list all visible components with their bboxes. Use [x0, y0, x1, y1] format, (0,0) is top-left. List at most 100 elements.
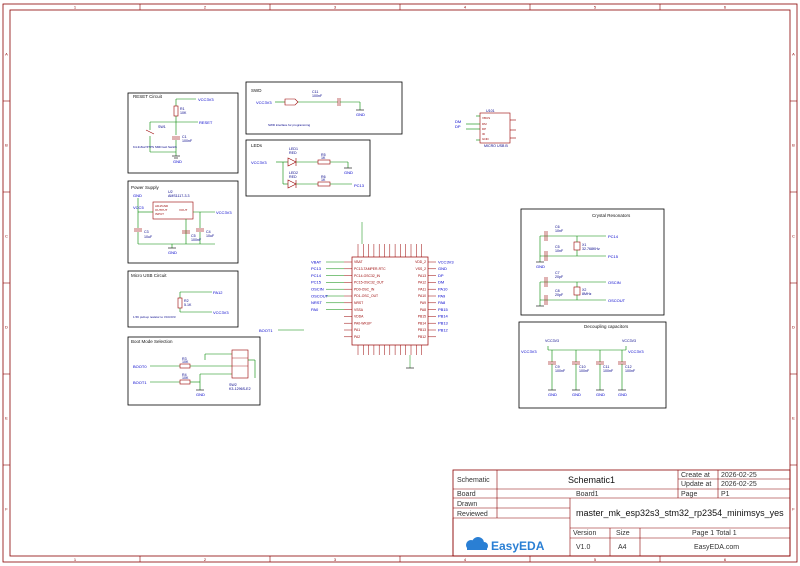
svg-text:DP: DP [482, 127, 486, 131]
frame-row-labels: A A B B C C D D E E F F [5, 52, 795, 512]
svg-text:10nF: 10nF [555, 229, 564, 233]
svg-text:U101: U101 [486, 109, 495, 113]
frame-row-right-A: A [792, 52, 795, 57]
power-u2-val: AMS1117-3.3 [168, 194, 189, 198]
mcu-pin-right: PA12 [418, 281, 426, 285]
tb-version-label: Version [573, 530, 596, 537]
tb-drawn-label: Drawn [457, 501, 477, 508]
schematic-sheet: 1 1 2 2 3 3 4 4 5 5 6 6 A A B B C C D D E E F F RESET Circuit … [2, 3, 798, 563]
svg-text:RED: RED [289, 151, 297, 155]
mcu-pin-right: PB15 [418, 315, 426, 319]
frame-col-bottom-4: 4 [464, 557, 467, 562]
mcu-pin-left: PA1 [354, 328, 360, 332]
mcu-net-right: PA9 [438, 293, 446, 298]
decap-value: 100nF [625, 369, 636, 373]
usb-connector: U101 MICRO USB B VBUS DM DP ID GND DM DP [455, 109, 516, 148]
frame-row-right-B: B [792, 143, 795, 148]
mcu-pin-left: PA2 [354, 335, 360, 339]
easyeda-logo-text: EasyEDA [491, 539, 545, 553]
tb-page-value: P1 [721, 491, 730, 498]
frame-col-top-2: 2 [204, 5, 207, 10]
mcu-pin-left: PC14-OSC32_IN [354, 274, 381, 278]
mcu-net-right: PA10 [438, 287, 448, 292]
mcu-pin-right: VSS_2 [415, 267, 426, 271]
svg-text:INPUT: INPUT [155, 212, 164, 216]
frame-col-top-6: 6 [724, 5, 727, 10]
mcu-right-pins: VDD_2VSS_2PA13PA12PA11PA10PA9PA8PB15PB14… [415, 259, 454, 339]
mcu-pin-left: PD0-OSC_IN [354, 287, 375, 291]
svg-text:32.768KHz: 32.768KHz [582, 247, 600, 251]
frame-row-left-D: D [5, 325, 8, 330]
mcu-net-left: NRST [311, 300, 322, 305]
boot-net-gnd: GND [196, 392, 205, 397]
mcu-pin-right: PA10 [418, 294, 426, 298]
mcu-net-right: DM [438, 280, 444, 285]
svg-text:10nF: 10nF [555, 249, 564, 253]
boot-net-boot0: BOOT0 [133, 364, 147, 369]
swd-title: SWD [251, 88, 262, 93]
decoupling-caps: GNDC9100nFGNDC10100nFGNDC11100nFGNDC1210… [548, 350, 636, 397]
mcu-pin-right: PB13 [418, 328, 426, 332]
reset-sw-note: K4-3x6x2.5TPS SMD tact Switch [133, 145, 177, 149]
svg-text:MICRO USB B: MICRO USB B [484, 144, 508, 148]
tb-project-name: master_mk_esp32s3_stm32_rp2354_minimsys_… [576, 508, 784, 518]
mcu-pin-left: VDDA [354, 315, 364, 319]
decap-value: 100nF [555, 369, 566, 373]
frame-col-bottom-3: 3 [334, 557, 337, 562]
frame-row-left-E: E [5, 416, 8, 421]
boot-mode-block: Boot Mode Selection BOOT0 BOOT1 GND R3 1… [127, 336, 261, 406]
tb-create-label: Create at [681, 472, 710, 479]
tb-schematic-value: Schematic1 [568, 475, 615, 485]
reset-sw1-ref: SW1 [158, 125, 166, 129]
usb-title: Micro USB Circuit [131, 273, 167, 278]
boot-net-boot1: BOOT1 [133, 380, 147, 385]
svg-text:20pF: 20pF [555, 293, 564, 297]
svg-text:8MHz: 8MHz [582, 292, 592, 296]
svg-text:10K: 10K [182, 360, 189, 364]
mcu-net-left: OSCIN [311, 287, 324, 292]
svg-text:100nF: 100nF [312, 94, 323, 98]
svg-text:PC15: PC15 [608, 254, 619, 259]
frame-row-left-B: B [5, 143, 8, 148]
svg-text:VCC3V3: VCC3V3 [628, 349, 644, 354]
mcu-pin-right: PB14 [418, 321, 426, 325]
inner-frame [9, 9, 791, 557]
decoupling-block: Decoupling capacitors GNDC9100nFGNDC1010… [518, 321, 667, 409]
tb-version-value: V1.0 [576, 544, 591, 551]
tb-page-count: Page 1 Total 1 [692, 530, 737, 537]
svg-text:100nF: 100nF [191, 238, 202, 242]
tb-site: EasyEDA.com [694, 544, 739, 551]
swd-note: SWD interface for programming [268, 123, 311, 127]
mcu-pin-right: PB12 [418, 335, 426, 339]
leds-net-gnd: GND [344, 170, 353, 175]
mcu-net-left: PA0 [311, 307, 319, 312]
mcu-boot1-net: BOOT1 [259, 328, 273, 333]
svg-text:VCC3V3: VCC3V3 [545, 339, 559, 343]
svg-text:VBUS: VBUS [482, 116, 490, 120]
mcu-pin-left: PD1-OSC_OUT [354, 294, 378, 298]
decap-net-gnd: GND [572, 392, 581, 397]
usb-net-pa12: PA12 [213, 290, 223, 295]
title-block: Schematic Schematic1 Create at 2026-02-2… [452, 469, 791, 557]
mcu-net-right: PB13 [438, 321, 449, 326]
swd-net-vcc: VCC3V3 [256, 100, 272, 105]
power-net-gnd-top: GND [133, 193, 142, 198]
frame-row-left-A: A [5, 52, 8, 57]
crystal-block: Crystal Resonators PC14 PC15 OSCIN OSCOU… [520, 208, 665, 316]
mcu-net-left: VBAT [311, 259, 322, 264]
usb-note: 1.5K pull-up resistor to VCC3V3 [133, 315, 176, 319]
mcu-pin-right: PA13 [418, 274, 426, 278]
frame-column-labels: 1 1 2 2 3 3 4 4 5 5 6 6 [74, 5, 727, 563]
easyeda-logo: EasyEDA [466, 537, 545, 553]
mcu-pin-right: VDD_2 [415, 260, 426, 264]
swd-block: SWD VCC3V3 GND C11 100nF SWD interface f… [245, 81, 403, 135]
svg-text:C3: C3 [144, 230, 149, 234]
frame-col-top-3: 3 [334, 5, 337, 10]
mcu-net-right: DP [438, 273, 444, 278]
tb-page-label: Page [681, 491, 697, 498]
mcu-net-right: PB15 [438, 307, 449, 312]
decap-value: 100nF [603, 369, 614, 373]
svg-text:VCC3V3: VCC3V3 [521, 349, 537, 354]
svg-text:5.1K: 5.1K [184, 303, 192, 307]
mcu-bottom-pins [357, 345, 422, 369]
